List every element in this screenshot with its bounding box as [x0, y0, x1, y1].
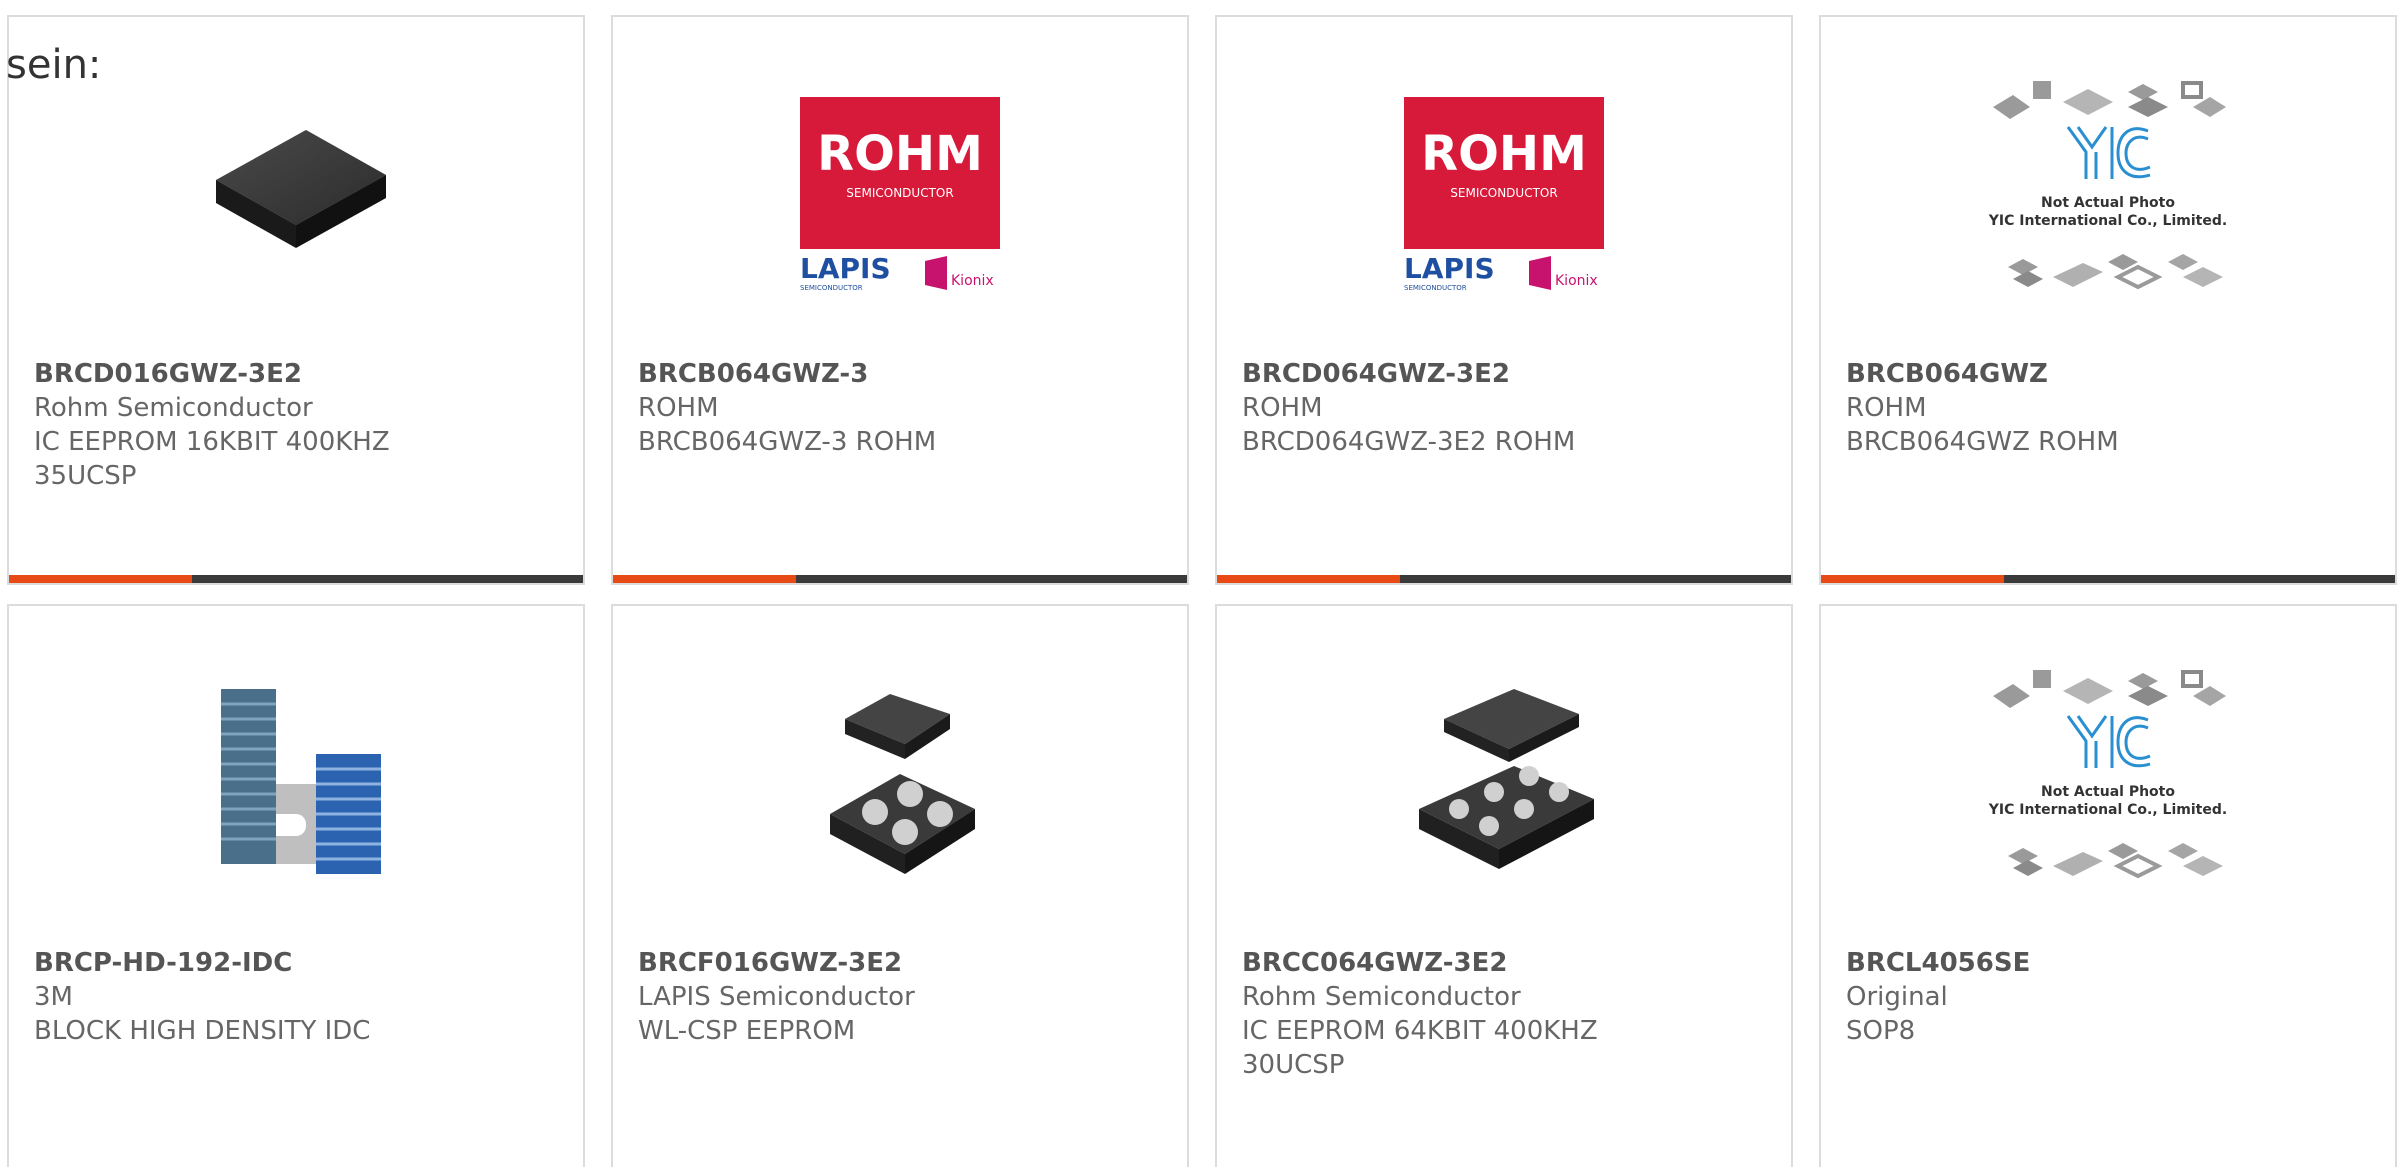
manufacturer: Rohm Semiconductor [34, 393, 313, 423]
product-info: BRCL4056SE Original SOP8 [1846, 946, 2375, 1048]
product-card[interactable]: ROHM SEMICONDUCTOR LAPIS SEMICONDUCTOR K… [611, 15, 1189, 585]
part-number[interactable]: BRCD064GWZ-3E2 [1242, 357, 1771, 391]
product-card[interactable]: BRCF016GWZ-3E2 LAPIS Semiconductor WL-CS… [611, 604, 1189, 1167]
card-accent [9, 575, 192, 583]
manufacturer: ROHM [1242, 393, 1323, 423]
product-info: BRCF016GWZ-3E2 LAPIS Semiconductor WL-CS… [638, 946, 1167, 1048]
rohm-text: ROHM [817, 126, 983, 182]
lapis-sub-text: SEMICONDUCTOR [800, 284, 863, 292]
product-image-rohm-logo[interactable]: ROHM SEMICONDUCTOR LAPIS SEMICONDUCTOR K… [1374, 67, 1634, 312]
chip-package-icon [216, 129, 386, 248]
product-image-ucsp-chip[interactable] [1374, 656, 1634, 901]
part-number[interactable]: BRCP-HD-192-IDC [34, 946, 563, 980]
card-accent [1217, 575, 1400, 583]
product-image-wlcsp-chip[interactable] [770, 656, 1030, 901]
description: BRCB064GWZ-3 ROHM [638, 427, 937, 457]
manufacturer: LAPIS Semiconductor [638, 982, 915, 1012]
yic-placeholder-icon: Not Actual Photo YIC International Co., … [1988, 670, 2227, 879]
part-number[interactable]: BRCD016GWZ-3E2 [34, 357, 563, 391]
product-info: BRCC064GWZ-3E2 Rohm Semiconductor IC EEP… [1242, 946, 1771, 1082]
description: BRCB064GWZ ROHM [1846, 427, 2119, 457]
manufacturer: 3M [34, 982, 73, 1012]
wlcsp-chip-icon [830, 693, 975, 874]
yic-line1: Not Actual Photo [2041, 195, 2175, 211]
product-info: BRCD016GWZ-3E2 Rohm Semiconductor IC EEP… [34, 357, 563, 493]
yic-line1: Not Actual Photo [2041, 784, 2175, 800]
product-image-black-chip[interactable] [166, 67, 426, 312]
ucsp-chip-icon [1419, 688, 1594, 869]
part-number[interactable]: BRCB064GWZ [1846, 357, 2375, 391]
product-card[interactable]: ROHM SEMICONDUCTOR LAPIS SEMICONDUCTOR K… [1215, 15, 1793, 585]
yic-logo-icon [2066, 126, 2151, 179]
description: IC EEPROM 64KBIT 400KHZ [1242, 1016, 1598, 1046]
card-bottom-bar [613, 575, 1187, 583]
product-card[interactable]: BRCD016GWZ-3E2 Rohm Semiconductor IC EEP… [7, 15, 585, 585]
yic-line2: YIC International Co., Limited. [1988, 802, 2227, 818]
description: IC EEPROM 16KBIT 400KHZ [34, 427, 390, 457]
card-bottom-bar [9, 575, 583, 583]
intro-text: sein: [6, 42, 102, 88]
product-card[interactable]: Not Actual Photo YIC International Co., … [1819, 604, 2397, 1167]
part-number[interactable]: BRCC064GWZ-3E2 [1242, 946, 1771, 980]
card-accent [1821, 575, 2004, 583]
semiconductor-text: SEMICONDUCTOR [1450, 186, 1557, 200]
kionix-text: Kionix [1555, 273, 1598, 289]
part-number[interactable]: BRCF016GWZ-3E2 [638, 946, 1167, 980]
part-number[interactable]: BRCB064GWZ-3 [638, 357, 1167, 391]
kionix-text: Kionix [951, 273, 994, 289]
description: WL-CSP EEPROM [638, 1016, 856, 1046]
description: BLOCK HIGH DENSITY IDC [34, 1016, 371, 1046]
idc-connector-icon [221, 688, 381, 874]
product-info: BRCB064GWZ-3 ROHM BRCB064GWZ-3 ROHM [638, 357, 1167, 459]
product-card[interactable]: BRCC064GWZ-3E2 Rohm Semiconductor IC EEP… [1215, 604, 1793, 1167]
manufacturer: ROHM [638, 393, 719, 423]
description-cont: 30UCSP [1242, 1050, 1345, 1080]
card-bottom-bar [1217, 575, 1791, 583]
semiconductor-text: SEMICONDUCTOR [846, 186, 953, 200]
yic-placeholder-icon: Not Actual Photo YIC International Co., … [1988, 81, 2227, 290]
description: BRCD064GWZ-3E2 ROHM [1242, 427, 1576, 457]
manufacturer: Rohm Semiconductor [1242, 982, 1521, 1012]
product-image-yic-placeholder[interactable]: Not Actual Photo YIC International Co., … [1978, 67, 2238, 312]
product-image-idc-block[interactable] [166, 656, 426, 901]
rohm-lapis-logo-icon: ROHM SEMICONDUCTOR LAPIS SEMICONDUCTOR K… [1404, 96, 1604, 292]
description: SOP8 [1846, 1016, 1916, 1046]
manufacturer: Original [1846, 982, 1948, 1012]
rohm-lapis-logo-icon: ROHM SEMICONDUCTOR LAPIS SEMICONDUCTOR K… [800, 96, 1000, 292]
product-info: BRCB064GWZ ROHM BRCB064GWZ ROHM [1846, 357, 2375, 459]
yic-line2: YIC International Co., Limited. [1988, 213, 2227, 229]
part-number[interactable]: BRCL4056SE [1846, 946, 2375, 980]
description-cont: 35UCSP [34, 461, 137, 491]
rohm-text: ROHM [1421, 126, 1587, 182]
product-info: BRCP-HD-192-IDC 3M BLOCK HIGH DENSITY ID… [34, 946, 563, 1048]
lapis-text: LAPIS [1404, 252, 1495, 285]
product-image-yic-placeholder[interactable]: Not Actual Photo YIC International Co., … [1978, 656, 2238, 901]
yic-logo-icon [2066, 715, 2151, 768]
product-image-rohm-logo[interactable]: ROHM SEMICONDUCTOR LAPIS SEMICONDUCTOR K… [770, 67, 1030, 312]
product-card[interactable]: Not Actual Photo YIC International Co., … [1819, 15, 2397, 585]
card-accent [613, 575, 796, 583]
product-card[interactable]: BRCP-HD-192-IDC 3M BLOCK HIGH DENSITY ID… [7, 604, 585, 1167]
product-info: BRCD064GWZ-3E2 ROHM BRCD064GWZ-3E2 ROHM [1242, 357, 1771, 459]
lapis-text: LAPIS [800, 252, 891, 285]
card-bottom-bar [1821, 575, 2395, 583]
manufacturer: ROHM [1846, 393, 1927, 423]
product-grid-page: sein: BRCD016GWZ-3E2 Rohm Semiconductor … [0, 0, 2400, 1167]
lapis-sub-text: SEMICONDUCTOR [1404, 284, 1467, 292]
